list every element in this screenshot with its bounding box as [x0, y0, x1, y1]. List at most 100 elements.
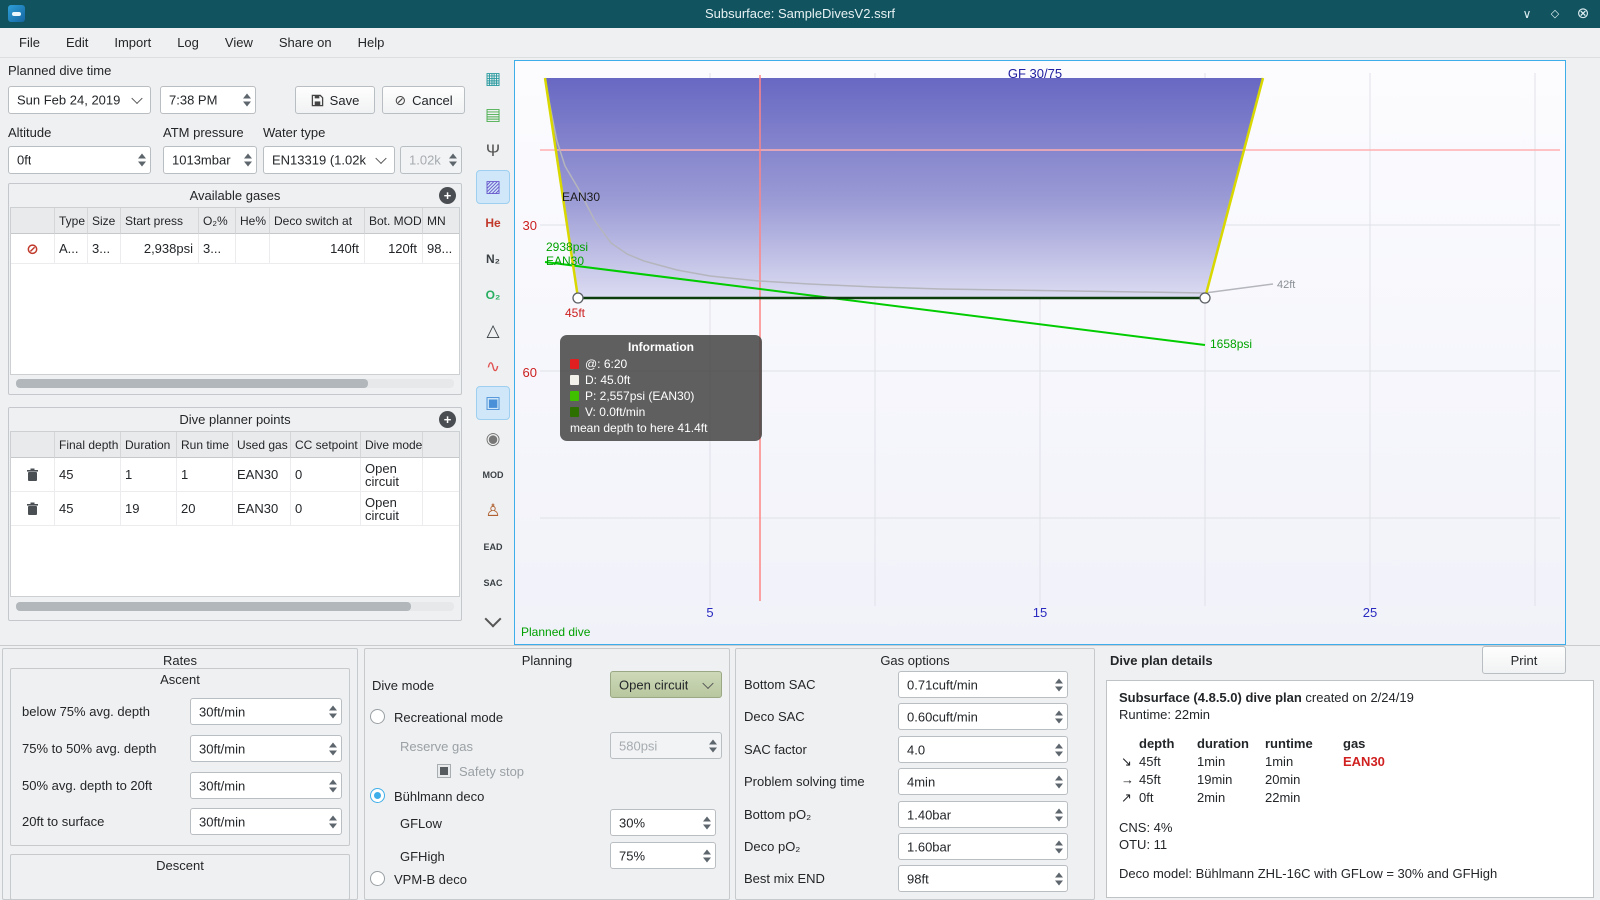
tank-bar-icon[interactable]: ▨ [476, 170, 510, 204]
vpmb-deco-label: VPM-B deco [394, 872, 467, 887]
rate-input[interactable]: 30ft/min [190, 735, 342, 762]
sac-factor-input[interactable]: 4.0 [898, 736, 1068, 763]
cancel-icon: ⊘ [394, 91, 407, 108]
atm-pressure-input[interactable]: 1013mbar [163, 146, 257, 174]
menu-log[interactable]: Log [164, 30, 212, 55]
planned-dive-time-label: Planned dive time [8, 63, 112, 78]
ead-icon[interactable]: EAD [476, 530, 510, 564]
close-button[interactable]: ⊗ [1570, 0, 1596, 28]
dive-planner-points-title: Dive planner points [179, 412, 291, 427]
delete-gas-icon[interactable]: ⊘ [11, 234, 55, 264]
ruler-icon[interactable]: Ψ [476, 134, 510, 168]
gfhigh-input[interactable]: 75% [610, 842, 716, 869]
ascent-arrow-icon: ↗ [1121, 790, 1132, 805]
add-gas-button[interactable]: + [439, 187, 456, 204]
points-hscrollbar-thumb[interactable] [16, 602, 411, 611]
rate-label: 50% avg. depth to 20ft [22, 778, 153, 793]
dive-mode-combo[interactable]: Open circuit [610, 671, 722, 698]
gases-hscrollbar-thumb[interactable] [16, 379, 368, 388]
bottom-po2-label: Bottom pO₂ [744, 807, 812, 822]
buhlmann-deco-label: Bühlmann deco [394, 789, 485, 804]
sac-factor-label: SAC factor [744, 742, 807, 757]
delete-point-icon[interactable] [11, 492, 55, 526]
end-pressure-label: 1658psi [1210, 337, 1252, 351]
minimize-button[interactable]: ∨ [1514, 0, 1540, 28]
depth-tick-30: 30 [523, 218, 537, 233]
rate-input[interactable]: 30ft/min [190, 698, 342, 725]
deco-ceiling-icon[interactable]: ◉ [476, 422, 510, 456]
deco-po2-input[interactable]: 1.60bar [898, 833, 1068, 860]
partial-pressure-graph-icon[interactable]: ▦ [476, 62, 510, 96]
mod-icon[interactable]: MOD [476, 458, 510, 492]
recreational-mode-radio[interactable] [370, 709, 385, 724]
plan-headline: Subsurface (4.8.5.0) dive plan created o… [1119, 690, 1414, 705]
menu-share-on[interactable]: Share on [266, 30, 345, 55]
planned-dive-label: Planned dive [521, 625, 591, 639]
rate-label: 20ft to surface [22, 814, 105, 829]
chevron-down-icon [702, 677, 714, 689]
bottom-po2-input[interactable]: 1.40bar [898, 801, 1068, 828]
altitude-input[interactable]: 0ft [8, 146, 151, 174]
menubar: File Edit Import Log View Share on Help [0, 28, 1600, 58]
menu-help[interactable]: Help [345, 30, 398, 55]
dive-mode-label: Dive mode [372, 678, 435, 693]
rate-input[interactable]: 30ft/min [190, 808, 342, 835]
air-graph-icon[interactable]: △ [476, 314, 510, 348]
bottom-separator [0, 645, 1600, 646]
add-point-button[interactable]: + [439, 411, 456, 428]
heart-rate-icon[interactable]: ∿ [476, 350, 510, 384]
salinity-input: 1.02k [400, 146, 462, 174]
cancel-button[interactable]: ⊘ Cancel [382, 86, 465, 114]
best-mix-end-input[interactable]: 98ft [898, 865, 1068, 892]
menu-edit[interactable]: Edit [53, 30, 101, 55]
delete-point-icon[interactable] [11, 458, 55, 492]
rate-input[interactable]: 30ft/min [190, 772, 342, 799]
time-swatch-icon [570, 359, 579, 369]
print-button[interactable]: Print [1482, 646, 1566, 674]
menu-import[interactable]: Import [101, 30, 164, 55]
deco-sac-input[interactable]: 0.60cuft/min [898, 703, 1068, 730]
photos-icon[interactable]: ▣ [476, 386, 510, 420]
water-type-label: Water type [263, 125, 326, 140]
gflow-input[interactable]: 30% [610, 809, 716, 836]
helium-graph-icon[interactable]: He [476, 206, 510, 240]
dive-plan-details-text: Subsurface (4.8.5.0) dive plan created o… [1106, 680, 1594, 898]
atm-pressure-label: ATM pressure [163, 125, 244, 140]
diver-icon[interactable]: ♙ [476, 494, 510, 528]
gflow-label: GFLow [400, 816, 442, 831]
menu-view[interactable]: View [212, 30, 266, 55]
dive-planner-points-table[interactable]: Final depth Duration Run time Used gas C… [10, 431, 460, 597]
gas-options-title: Gas options [880, 653, 950, 668]
maximize-button[interactable]: ◇ [1542, 0, 1568, 28]
vpmb-deco-radio[interactable] [370, 871, 385, 886]
planning-title: Planning [521, 653, 573, 668]
depth-tick-60: 60 [523, 365, 537, 380]
planner-point-handle[interactable] [1199, 292, 1211, 304]
bottom-sac-label: Bottom SAC [744, 677, 816, 692]
level-arrow-icon: → [1121, 772, 1134, 787]
time-tick-25: 25 [1363, 605, 1377, 620]
planner-point-handle[interactable] [572, 292, 584, 304]
oxygen-graph-icon[interactable]: O₂ [476, 278, 510, 312]
save-button[interactable]: Save [295, 86, 375, 114]
available-gases-table[interactable]: Type Size Start press O₂% He% Deco switc… [10, 207, 460, 375]
bottom-sac-input[interactable]: 0.71cuft/min [898, 671, 1068, 698]
menu-file[interactable]: File [6, 30, 53, 55]
buhlmann-deco-radio[interactable] [370, 788, 385, 803]
ascent-title: Ascent [160, 672, 200, 687]
gas-pressures-graph-icon[interactable]: ▤ [476, 98, 510, 132]
gfhigh-label: GFHigh [400, 849, 445, 864]
date-combo[interactable]: Sun Feb 24, 2019 [8, 86, 151, 114]
nitrogen-graph-icon[interactable]: N₂ [476, 242, 510, 276]
problem-solving-time-input[interactable]: 4min [898, 768, 1068, 795]
toolbar-scroll-down-icon[interactable] [476, 602, 510, 636]
time-tick-15: 15 [1033, 605, 1047, 620]
time-input[interactable]: 7:38 PM [160, 86, 256, 114]
descent-gas-label: EAN30 [562, 190, 600, 204]
plan-table: depth duration runtime gas ↘ 45ft 1min 1… [1121, 736, 1385, 805]
points-hscrollbar[interactable] [16, 602, 454, 611]
gases-hscrollbar[interactable] [16, 379, 454, 388]
titlebar: Subsurface: SampleDivesV2.ssrf ∨ ◇ ⊗ [0, 0, 1600, 29]
water-type-combo[interactable]: EN13319 (1.02k [263, 146, 395, 174]
sac-icon[interactable]: SAC [476, 566, 510, 600]
